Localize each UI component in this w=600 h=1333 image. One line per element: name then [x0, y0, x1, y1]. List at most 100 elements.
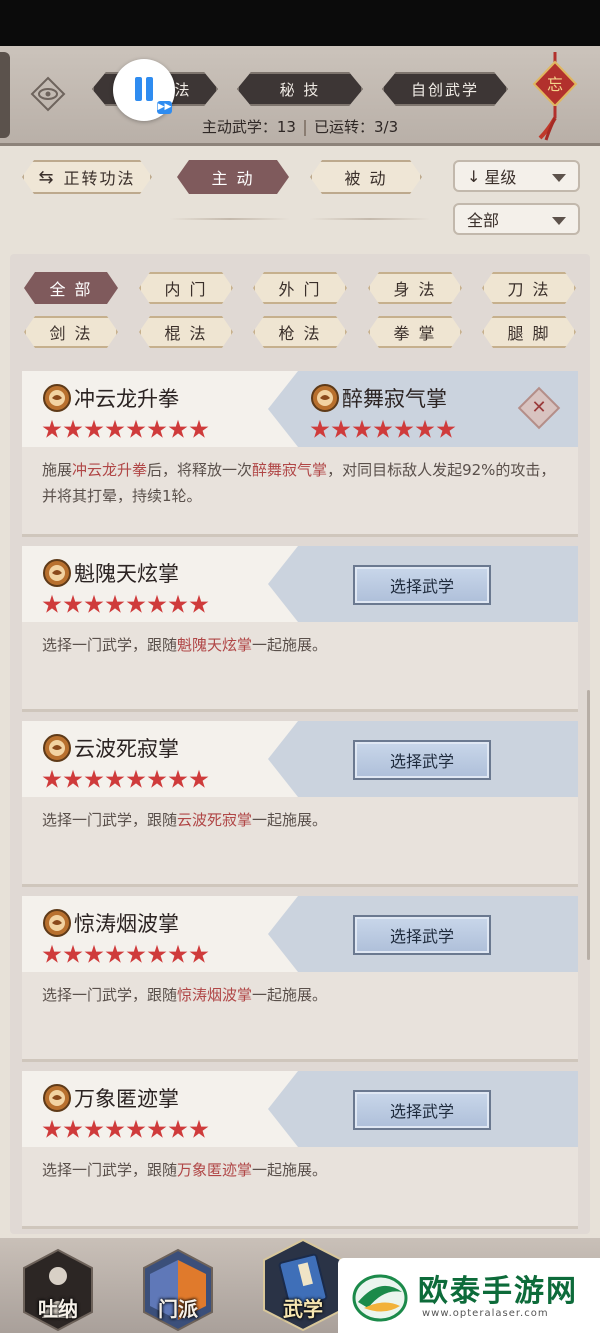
star-icon: [105, 594, 125, 613]
desc-text: 选择一门武学，跟随: [42, 636, 178, 654]
skill-description: 选择一门武学，跟随云波死寂掌一起施展。: [42, 807, 562, 833]
filter-passive-button[interactable]: 被 动: [310, 160, 422, 194]
star-rating: [42, 419, 209, 439]
divider: [310, 218, 430, 220]
star-icon: [310, 419, 330, 438]
skill-name: 惊涛烟波掌: [74, 912, 179, 936]
category-spear[interactable]: 枪 法: [253, 316, 347, 348]
star-icon: [42, 944, 62, 963]
desc-text: 一起施展。: [252, 636, 328, 654]
category-label: 身 法: [393, 280, 437, 299]
pause-icon-bar: [146, 77, 153, 101]
desc-highlight: 醉舞寂气掌: [252, 461, 328, 479]
nav-sect-label: 门派: [158, 1297, 198, 1321]
category-fist[interactable]: 拳 掌: [368, 316, 462, 348]
nav-sect[interactable]: 门派: [136, 1248, 220, 1332]
star-icon: [42, 594, 62, 613]
sort-down-icon: ↓: [467, 166, 481, 186]
category-saber[interactable]: 刀 法: [482, 272, 576, 304]
category-label: 枪 法: [278, 324, 322, 343]
desc-highlight: 惊涛烟波掌: [177, 986, 253, 1004]
star-rating: [42, 594, 209, 614]
star-rating: [310, 419, 456, 439]
star-icon: [42, 1119, 62, 1138]
chinese-knot-icon[interactable]: 忘: [530, 52, 580, 144]
category-leg[interactable]: 腿 脚: [482, 316, 576, 348]
star-icon: [84, 419, 104, 438]
star-icon: [147, 944, 167, 963]
desc-text: 一起施展。: [252, 1161, 328, 1179]
star-icon: [84, 594, 104, 613]
filter-active-button[interactable]: 主 动: [177, 160, 289, 194]
range-select[interactable]: 全部: [453, 203, 580, 235]
skill-name: 云波死寂掌: [74, 737, 179, 761]
choose-skill-button[interactable]: 选择武学: [353, 565, 491, 605]
tab-techniques-label: 法: [174, 80, 192, 99]
desc-text: 选择一门武学，跟随: [42, 1161, 178, 1179]
choose-skill-label: 选择武学: [389, 1102, 454, 1121]
star-icon: [126, 1119, 146, 1138]
tab-self-created[interactable]: 自创武学: [382, 72, 508, 106]
fast-forward-icon: ▶▶: [157, 101, 172, 114]
skill-card[interactable]: 魁隗天炫掌 选择武学 选择一门武学，跟随魁隗天炫掌一起施展。: [22, 546, 578, 712]
stats-divider: [303, 119, 306, 136]
choose-skill-button[interactable]: 选择武学: [353, 1090, 491, 1130]
star-icon: [373, 419, 393, 438]
star-icon: [168, 769, 188, 788]
star-icon: [189, 1119, 209, 1138]
choose-skill-button[interactable]: 选择武学: [353, 915, 491, 955]
skill-name: 万象匿迹掌: [74, 1087, 179, 1111]
nav-breathing-label: 吐纳: [38, 1297, 78, 1321]
nav-breathing[interactable]: 吐纳: [16, 1248, 100, 1332]
star-icon: [415, 419, 435, 438]
star-icon: [189, 769, 209, 788]
category-label: 内 门: [164, 280, 208, 299]
sort-select[interactable]: ↓ 星级: [453, 160, 580, 192]
star-icon: [352, 419, 372, 438]
range-select-value: 全部: [467, 211, 500, 230]
pause-overlay-button[interactable]: ▶▶: [113, 59, 175, 121]
desc-text: 一起施展。: [252, 811, 328, 829]
skill-card[interactable]: 惊涛烟波掌 选择武学 选择一门武学，跟随惊涛烟波掌一起施展。: [22, 896, 578, 1062]
header: 法 秘 技 自创武学 ▶▶ 主动武学：13 已运转：3/3 忘: [0, 46, 600, 146]
star-rating: [42, 769, 209, 789]
choose-skill-button[interactable]: 选择武学: [353, 740, 491, 780]
category-all[interactable]: 全 部: [24, 272, 118, 304]
star-icon: [42, 769, 62, 788]
star-icon: [105, 419, 125, 438]
nav-martial-arts-label: 武学: [283, 1297, 323, 1321]
category-label: 腿 脚: [507, 324, 551, 343]
category-label: 剑 法: [49, 324, 93, 343]
star-icon: [84, 769, 104, 788]
tab-self-created-label: 自创武学: [410, 80, 479, 99]
rotate-technique-button[interactable]: ⇆ 正转功法: [22, 160, 152, 194]
category-movement[interactable]: 身 法: [368, 272, 462, 304]
star-icon: [147, 1119, 167, 1138]
skill-description: 施展冲云龙升拳后，将释放一次醉舞寂气掌，对同目标敌人发起92%的攻击，并将其打晕…: [42, 457, 562, 509]
eye-icon[interactable]: [30, 76, 66, 112]
skill-card[interactable]: 冲云龙升拳 醉舞寂气掌 ✕ 施展冲云龙升拳后，将释放一次醉舞寂气掌，对同目标敌人…: [22, 371, 578, 537]
filter-passive-label: 被 动: [344, 169, 388, 188]
scrollbar[interactable]: [587, 690, 590, 960]
tab-secret-skills[interactable]: 秘 技: [237, 72, 363, 106]
paired-skill-name: 醉舞寂气掌: [342, 387, 447, 411]
category-sword[interactable]: 剑 法: [24, 316, 118, 348]
skill-card[interactable]: 云波死寂掌 选择武学 选择一门武学，跟随云波死寂掌一起施展。: [22, 721, 578, 887]
fist-icon: [43, 1084, 71, 1112]
category-staff[interactable]: 棍 法: [139, 316, 233, 348]
fist-icon: [43, 559, 71, 587]
skill-card[interactable]: 万象匿迹掌 选择武学 选择一门武学，跟随万象匿迹掌一起施展。: [22, 1071, 578, 1229]
star-icon: [147, 594, 167, 613]
fist-icon: [43, 909, 71, 937]
swap-icon: ⇆: [38, 166, 56, 188]
category-outer[interactable]: 外 门: [253, 272, 347, 304]
nav-martial-arts[interactable]: 武学: [258, 1238, 348, 1332]
star-icon: [126, 594, 146, 613]
category-inner[interactable]: 内 门: [139, 272, 233, 304]
category-label: 拳 掌: [393, 324, 437, 343]
star-icon: [126, 944, 146, 963]
rotate-technique-label: 正转功法: [63, 169, 136, 188]
star-icon: [63, 419, 83, 438]
fist-icon: [43, 384, 71, 412]
star-icon: [63, 769, 83, 788]
